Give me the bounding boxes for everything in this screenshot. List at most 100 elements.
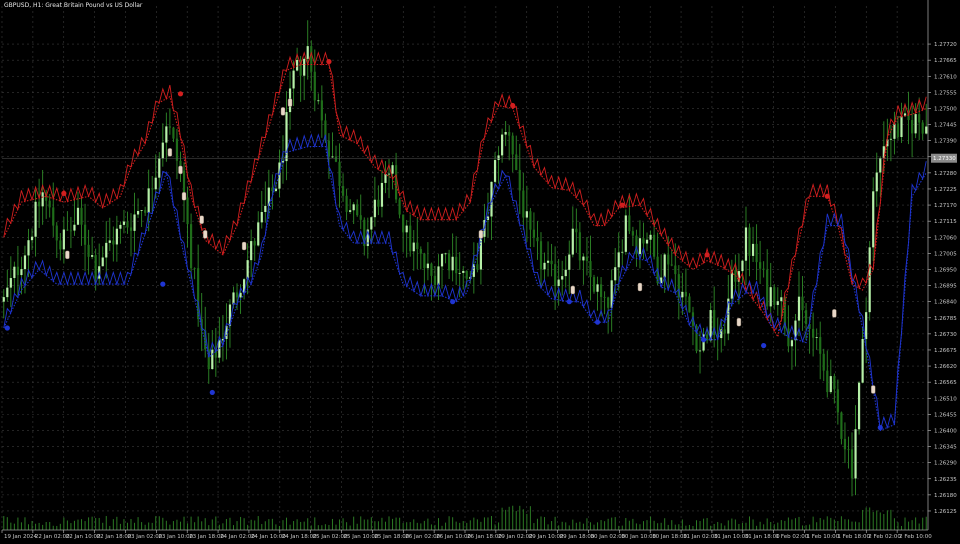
candle-body: [748, 227, 751, 256]
current-price-label: 1.27330: [933, 156, 956, 162]
chart-canvas[interactable]: 1.27720 1.27665 1.27610 1.27555 1.27500 1.274…: [0, 0, 960, 540]
candle-body: [900, 116, 903, 137]
price-label-marker: [280, 107, 286, 116]
candle-body: [380, 182, 384, 207]
candle-body: [136, 210, 140, 215]
candle-body: [151, 188, 154, 190]
candle-body: [161, 142, 164, 159]
price-tick-label: 1.26730: [934, 332, 957, 338]
candle-body: [359, 215, 362, 220]
candle-body: [193, 268, 196, 270]
candle-body: [631, 231, 634, 236]
upper-signal-dot: [824, 193, 830, 199]
price-tick-label: 1.27280: [934, 171, 957, 177]
price-chart[interactable]: 1.27720 1.27665 1.27610 1.27555 1.27500 1.274…: [0, 0, 960, 540]
candle-body: [755, 243, 758, 263]
price-tick-label: 1.26180: [934, 493, 957, 499]
candle-body: [13, 266, 16, 279]
candle-body: [536, 237, 539, 242]
candle-body: [91, 255, 94, 257]
candle-body: [511, 135, 514, 155]
price-tick-label: 1.26785: [934, 316, 957, 322]
candle-body: [575, 228, 578, 233]
symbol-title: GBPUSD, H1: Great Britain Pound vs US Do…: [4, 2, 143, 9]
candle-body: [76, 207, 80, 225]
candle-body: [306, 46, 309, 59]
candle-body: [525, 211, 528, 218]
candle-body: [684, 291, 687, 297]
candle-body: [529, 211, 532, 230]
price-tick-label: 1.26840: [934, 300, 957, 306]
candle-body: [38, 201, 41, 207]
candle-body: [327, 140, 331, 157]
price-label-marker: [199, 215, 204, 224]
candle-body: [861, 339, 864, 383]
candle-body: [628, 215, 631, 232]
price-tick-label: 1.26950: [934, 267, 957, 273]
candle-body: [451, 256, 454, 271]
candle-body: [69, 230, 73, 232]
candle-body: [674, 265, 677, 275]
upper-signal-dot: [326, 59, 332, 65]
lower-signal-dot: [877, 424, 883, 431]
candle-body: [126, 221, 129, 228]
candle-body: [504, 131, 507, 135]
candle-body: [564, 269, 567, 277]
candle-body: [83, 224, 87, 245]
candle-body: [158, 158, 161, 178]
candle-body: [94, 255, 97, 279]
candle-body: [52, 207, 55, 226]
price-tick-label: 1.26455: [934, 412, 957, 418]
candle-body: [875, 172, 878, 192]
candle-body: [642, 238, 645, 244]
candle-body: [6, 287, 9, 298]
candle-body: [59, 240, 62, 250]
price-label-marker: [167, 148, 173, 157]
candle-body: [766, 269, 769, 307]
signal-markers: [4, 59, 883, 431]
upper-signal-dot: [61, 190, 67, 196]
candle-body: [257, 222, 260, 246]
price-tick-label: 1.27445: [934, 123, 957, 129]
price-tick-label: 1.27060: [934, 235, 957, 241]
price-label-marker: [181, 192, 187, 201]
price-tick-label: 1.27225: [934, 187, 957, 193]
candle-body: [561, 276, 564, 280]
candle-body: [437, 266, 440, 285]
candle-body: [850, 449, 854, 479]
candle-body: [462, 270, 465, 273]
upper-signal-dot: [177, 91, 184, 97]
candle-body: [352, 204, 355, 211]
time-tick-label: 1 Feb 02:00: [776, 534, 809, 540]
candle-body: [840, 412, 843, 439]
candle-body: [918, 114, 921, 123]
candle-body: [377, 199, 380, 207]
candle-body: [165, 126, 168, 143]
price-tick-label: 1.27170: [934, 203, 957, 209]
price-tick-label: 1.26895: [934, 284, 957, 290]
candle-body: [313, 71, 316, 101]
time-tick-label: 2 Feb 10:00: [899, 534, 932, 540]
candle-body: [667, 254, 670, 265]
price-label-marker: [178, 165, 183, 175]
candle-body: [603, 296, 606, 298]
candle-body: [264, 205, 267, 213]
candle-body: [508, 131, 511, 136]
candle-body: [373, 199, 376, 218]
price-tick-label: 1.27500: [934, 106, 957, 112]
candle-body: [762, 268, 765, 270]
candle-body: [370, 217, 373, 230]
candle-body: [635, 235, 638, 255]
candle-body: [557, 279, 560, 286]
candle-body: [663, 254, 666, 278]
lower-signal-dot: [761, 342, 767, 349]
candle-body: [596, 284, 599, 292]
candle-body: [857, 382, 861, 430]
candle-body: [80, 207, 83, 225]
candle-body: [186, 197, 189, 225]
candle-body: [607, 297, 610, 308]
candle-body: [617, 252, 620, 268]
price-label-marker: [287, 98, 293, 107]
price-tick-label: 1.26400: [934, 428, 957, 434]
candle-body: [599, 284, 603, 297]
